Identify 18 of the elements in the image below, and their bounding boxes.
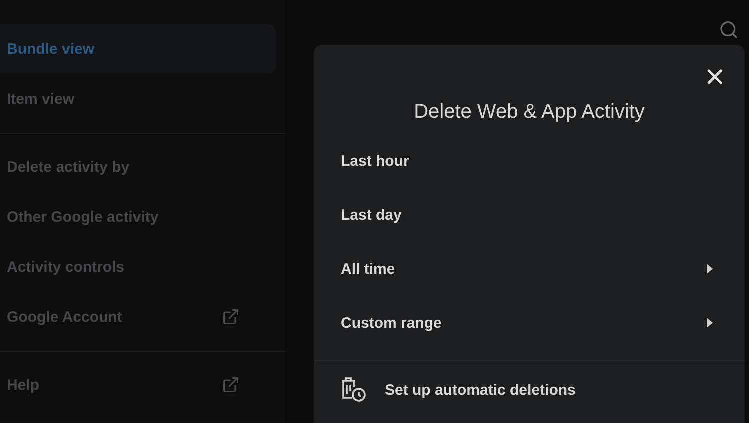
caret-icon xyxy=(707,318,713,328)
sidebar-item[interactable]: Item view xyxy=(0,74,276,124)
menu-option[interactable]: Last hour xyxy=(314,134,745,188)
caret-icon xyxy=(707,264,713,274)
sidebar-item[interactable]: Help xyxy=(0,360,276,410)
sidebar-item[interactable]: Bundle view xyxy=(0,24,276,74)
sidebar-item[interactable]: Activity controls xyxy=(0,242,276,292)
external-link-icon xyxy=(222,376,240,394)
menu-option[interactable]: Last day xyxy=(314,188,745,242)
trash-clock-icon xyxy=(341,377,367,403)
sidebar-item[interactable]: Other Google activity xyxy=(0,192,276,242)
sidebar-item[interactable]: Google Account xyxy=(0,292,276,342)
external-link-icon xyxy=(222,308,240,326)
menu-option[interactable]: All time xyxy=(314,242,745,296)
auto-delete-option[interactable]: Set up automatic deletions xyxy=(314,361,745,419)
dialog-title: Delete Web & App Activity xyxy=(413,101,646,124)
menu-option[interactable]: Custom range xyxy=(314,296,745,350)
sidebar-item[interactable]: Delete activity by xyxy=(0,142,276,192)
